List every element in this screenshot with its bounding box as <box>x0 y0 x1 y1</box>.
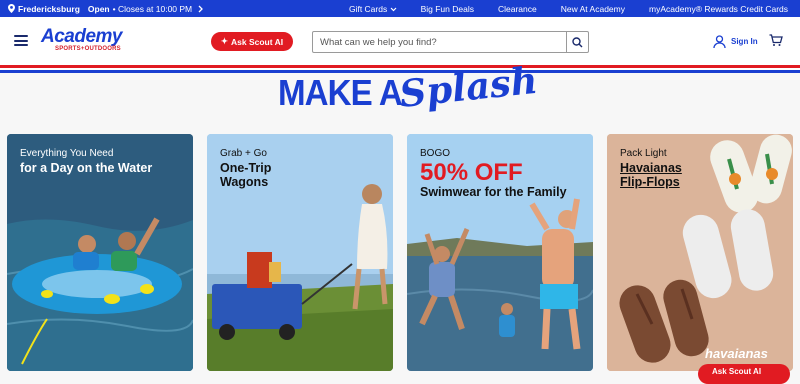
location-pin-icon <box>8 4 15 13</box>
promo-card-swimwear[interactable]: BOGO 50% OFF Swimwear for the Family <box>407 134 593 371</box>
card-wagons-line2: One-Trip <box>220 161 272 175</box>
card-water-text: Everything You Need for a Day on the Wat… <box>20 147 152 175</box>
chevron-down-icon <box>390 7 397 11</box>
card-wagons-text: Grab + Go One-Trip Wagons <box>220 147 271 189</box>
card-water-line1: Everything You Need <box>20 148 114 159</box>
rewards-credit-cards-link[interactable]: myAcademy® Rewards Credit Cards <box>649 4 788 14</box>
ask-scout-ai-floating-button[interactable]: Ask Scout AI <box>698 364 790 384</box>
logo-wordmark: Academy <box>41 26 123 47</box>
gift-cards-link[interactable]: Gift Cards <box>349 4 397 14</box>
card-wagons-line3: Wagons <box>220 175 269 189</box>
sign-in-link[interactable]: Sign In <box>713 35 758 48</box>
store-status: Open <box>87 3 110 14</box>
new-at-academy-link[interactable]: New At Academy <box>561 4 625 14</box>
academy-logo[interactable]: Academy SPORTS+OUTDOORS <box>41 26 123 53</box>
site-header: Academy SPORTS+OUTDOORS ✦ Ask Scout AI W… <box>0 17 800 65</box>
search-icon <box>572 36 583 47</box>
card-flipflops-line2: Havaianas <box>620 161 682 175</box>
card-swimwear-text: BOGO 50% OFF Swimwear for the Family <box>420 147 567 199</box>
search-input[interactable]: What can we help you find? <box>312 31 589 53</box>
promo-card-flipflops[interactable]: Pack Light Havaianas Flip-Flops havaiana… <box>607 134 793 371</box>
menu-icon[interactable] <box>14 35 28 46</box>
ask-scout-ai-button[interactable]: ✦ Ask Scout AI <box>211 32 293 51</box>
promo-card-wagons[interactable]: Grab + Go One-Trip Wagons <box>207 134 393 371</box>
user-icon <box>713 35 726 48</box>
sparkle-icon: ✦ <box>220 36 228 46</box>
card-wagons-line1: Grab + Go <box>220 148 267 159</box>
card-swimwear-discount: 50% OFF <box>420 159 523 186</box>
sign-in-label: Sign In <box>731 37 758 46</box>
cart-icon[interactable] <box>769 34 783 52</box>
card-water-line2: for a Day on the Water <box>20 161 153 175</box>
card-swimwear-line3: Swimwear for the Family <box>420 185 567 199</box>
card-flipflops-line3: Flip-Flops <box>620 175 680 189</box>
search-button[interactable] <box>566 32 588 52</box>
floating-button-label: Ask Scout AI <box>712 367 762 376</box>
big-fun-deals-link[interactable]: Big Fun Deals <box>421 4 474 14</box>
promo-card-water[interactable]: Everything You Need for a Day on the Wat… <box>7 134 193 371</box>
hero-heading: MAKE A Splash <box>0 58 800 118</box>
utility-bar: Fredericksburg Open • Closes at 10:00 PM… <box>0 0 800 17</box>
store-selector[interactable]: Fredericksburg Open • Closes at 10:00 PM <box>8 0 204 17</box>
card-flipflops-text: Pack Light Havaianas Flip-Flops <box>620 147 682 189</box>
gift-cards-label: Gift Cards <box>348 3 388 14</box>
card-flipflops-line1: Pack Light <box>620 148 667 159</box>
store-name: Fredericksburg <box>18 3 80 14</box>
chevron-right-icon <box>198 5 204 12</box>
clearance-link[interactable]: Clearance <box>498 4 537 14</box>
search-placeholder: What can we help you find? <box>320 37 437 48</box>
hero-title-make-a: MAKE A <box>278 72 403 113</box>
store-hours: • Closes at 10:00 PM <box>112 3 193 14</box>
logo-tagline: SPORTS+OUTDOORS <box>55 46 121 52</box>
ask-scout-ai-label: Ask Scout AI <box>231 36 284 47</box>
havaianas-logo: havaianas <box>705 346 768 361</box>
